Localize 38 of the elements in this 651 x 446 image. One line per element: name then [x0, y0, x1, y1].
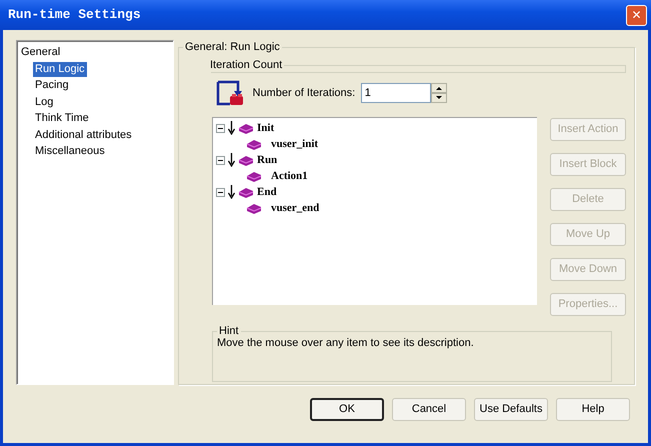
dialog-button[interactable]: Use Defaults	[474, 398, 548, 421]
tree-item[interactable]: End	[257, 184, 277, 200]
hint-text: Move the mouse over any item to see its description.	[217, 336, 475, 351]
tree-item[interactable]: Think Time	[33, 111, 91, 126]
tree-item[interactable]: Miscellaneous	[33, 144, 107, 159]
brick-icon	[246, 138, 262, 150]
tree-item[interactable]: vuser_end	[271, 200, 320, 216]
tree-item[interactable]: Run Logic	[33, 62, 87, 76]
down-arrow-icon	[228, 185, 235, 199]
tree-item[interactable]: Init	[257, 120, 274, 136]
dialog-button[interactable]: OK	[310, 398, 384, 421]
tree-item[interactable]: vuser_init	[271, 136, 318, 152]
down-arrow-icon	[228, 153, 235, 167]
window-title: Run-time Settings	[8, 6, 141, 24]
tree-item[interactable]: Action1	[271, 168, 308, 184]
brick-icon	[238, 186, 254, 198]
brick-icon	[246, 170, 262, 182]
dialog-button[interactable]: Cancel	[392, 398, 466, 421]
iterations-label: Number of Iterations:	[252, 86, 356, 101]
section-title: General: Run Logic	[184, 40, 281, 54]
brick-icon	[238, 122, 254, 134]
dialog-button[interactable]: Help	[556, 398, 630, 421]
iterations-field[interactable]: 1	[360, 83, 431, 103]
down-arrow-icon	[228, 121, 235, 135]
group-title: Iteration Count	[209, 58, 284, 72]
tree-item[interactable]: Run	[257, 152, 278, 168]
collapse-icon[interactable]	[216, 124, 225, 132]
close-button[interactable]: ✕	[626, 4, 647, 26]
spin-arrows-icon[interactable]	[430, 83, 447, 103]
tree-item[interactable]: Log	[33, 94, 56, 110]
tree-item[interactable]: General	[19, 45, 62, 60]
collapse-icon[interactable]	[216, 156, 225, 164]
brick-icon	[246, 202, 262, 214]
tree-item[interactable]: Pacing	[33, 78, 71, 93]
brick-icon	[238, 154, 254, 166]
tree-item[interactable]: Additional attributes	[33, 128, 134, 142]
group-title: Hint	[218, 324, 240, 338]
collapse-icon[interactable]	[216, 188, 225, 196]
